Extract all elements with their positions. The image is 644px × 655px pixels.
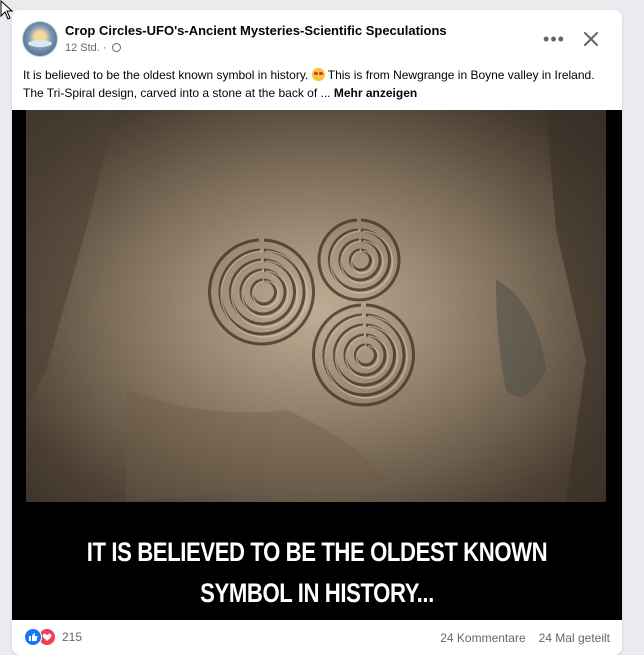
star-struck-emoji-icon <box>311 68 325 81</box>
image-text-line-1: IT IS BELIEVED TO BE THE OLDEST KNOWN <box>86 537 548 567</box>
post-caption: It is believed to be the oldest known sy… <box>23 67 611 102</box>
close-icon[interactable] <box>578 26 604 52</box>
see-more-link[interactable]: Mehr anzeigen <box>334 86 417 100</box>
post-meta: 12 Std. · <box>65 42 121 54</box>
tri-spiral-stone-photo <box>26 110 606 502</box>
post-image[interactable]: IT IS BELIEVED TO BE THE OLDEST KNOWN SY… <box>12 110 622 620</box>
globe-icon <box>111 43 121 52</box>
mouse-cursor-icon <box>0 0 14 20</box>
post-timestamp[interactable]: 12 Std. · <box>65 42 107 54</box>
image-text-line-2: SYMBOL IN HISTORY... <box>200 578 434 608</box>
like-reaction-icon <box>24 628 42 646</box>
comments-count-link[interactable]: 24 Kommentare <box>440 631 525 645</box>
image-overlay-text: IT IS BELIEVED TO BE THE OLDEST KNOWN SY… <box>67 532 567 614</box>
page-avatar[interactable] <box>22 21 58 57</box>
post-footer: 215 24 Kommentare 24 Mal geteilt <box>12 624 622 654</box>
post-card: Crop Circles-UFO's-Ancient Mysteries-Sci… <box>12 10 622 655</box>
shares-count-link[interactable]: 24 Mal geteilt <box>539 631 610 645</box>
caption-text-start: It is believed to be the oldest known sy… <box>23 68 309 82</box>
reactions-summary[interactable]: 215 <box>24 628 82 646</box>
page-name-link[interactable]: Crop Circles-UFO's-Ancient Mysteries-Sci… <box>65 23 447 38</box>
engagement-stats: 24 Kommentare 24 Mal geteilt <box>440 631 610 645</box>
reaction-count: 215 <box>62 630 83 644</box>
post-header: Crop Circles-UFO's-Ancient Mysteries-Sci… <box>22 20 612 60</box>
more-options-icon[interactable]: ••• <box>542 27 566 51</box>
